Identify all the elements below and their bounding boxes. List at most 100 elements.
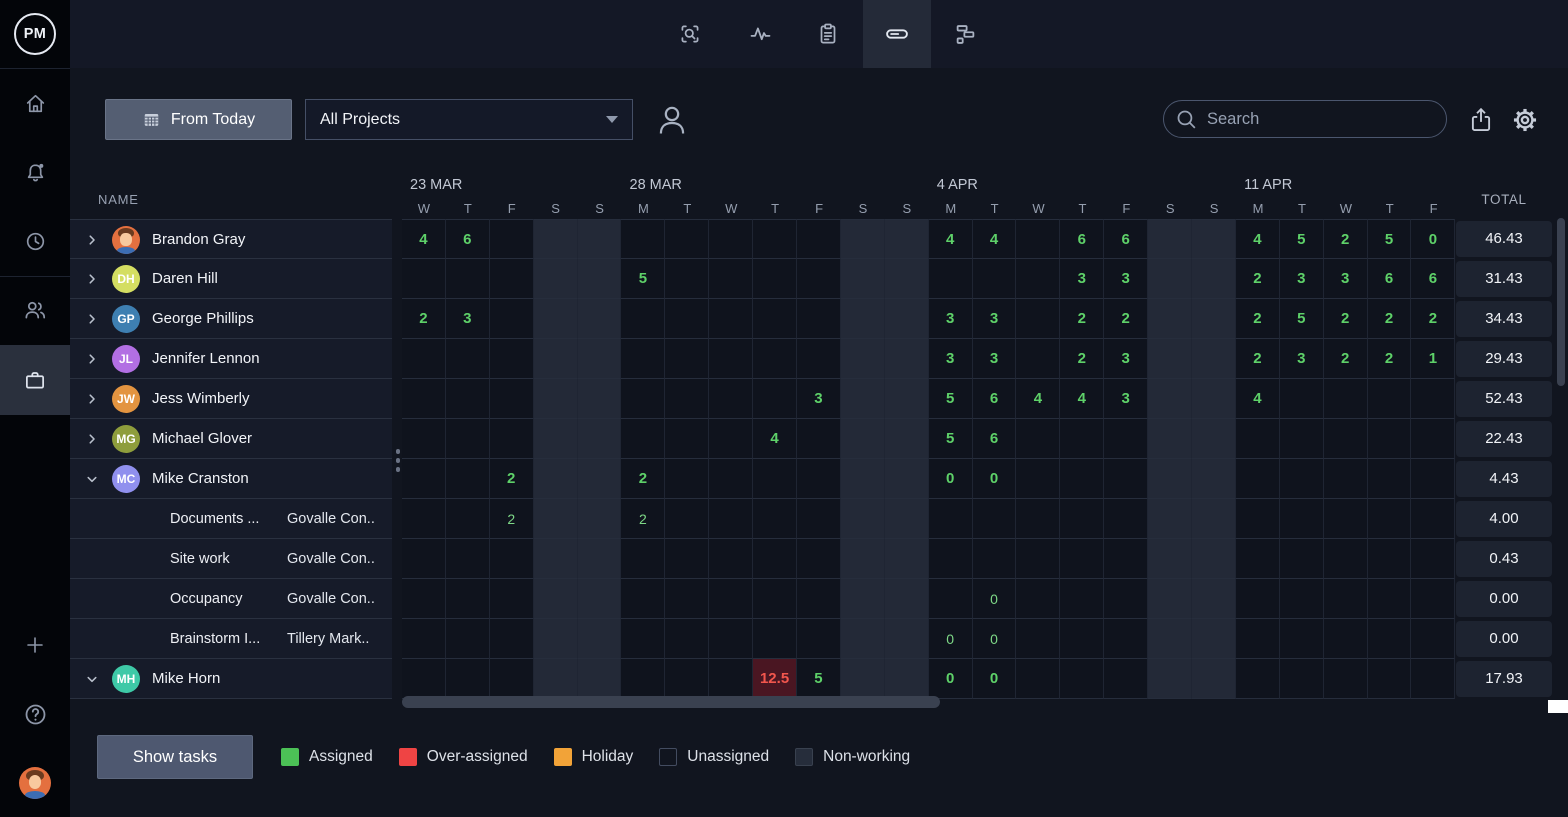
from-today-button[interactable]: From Today bbox=[105, 99, 292, 140]
allocation-cell[interactable] bbox=[885, 299, 929, 339]
task-name-cell[interactable]: Brainstorm I...Tillery Mark.. bbox=[70, 619, 392, 659]
allocation-cell[interactable] bbox=[1016, 419, 1060, 459]
allocation-cell[interactable] bbox=[1148, 619, 1192, 659]
allocation-cell[interactable] bbox=[753, 259, 797, 299]
allocation-cell[interactable]: 4 bbox=[1060, 379, 1104, 419]
allocation-cell[interactable] bbox=[402, 379, 446, 419]
allocation-cell[interactable] bbox=[1236, 579, 1280, 619]
allocation-cell[interactable] bbox=[709, 419, 753, 459]
allocation-cell[interactable] bbox=[621, 659, 665, 699]
allocation-cell[interactable] bbox=[973, 539, 1017, 579]
allocation-cell[interactable] bbox=[578, 539, 622, 579]
top-tab-activity[interactable] bbox=[726, 0, 794, 68]
allocation-cell[interactable]: 12.5 bbox=[753, 659, 797, 699]
task-name-cell[interactable]: Site workGovalle Con.. bbox=[70, 539, 392, 579]
allocation-cell[interactable]: 2 bbox=[1236, 339, 1280, 379]
export-button[interactable] bbox=[1465, 103, 1497, 137]
allocation-cell[interactable] bbox=[578, 659, 622, 699]
allocation-cell[interactable] bbox=[1148, 659, 1192, 699]
allocation-cell[interactable] bbox=[929, 539, 973, 579]
allocation-cell[interactable] bbox=[1236, 619, 1280, 659]
sidebar-item-create[interactable] bbox=[0, 628, 70, 662]
panel-resize-handle[interactable] bbox=[395, 449, 401, 472]
chevron-right-icon[interactable] bbox=[85, 432, 99, 446]
allocation-cell[interactable]: 4 bbox=[1236, 379, 1280, 419]
allocation-cell[interactable] bbox=[753, 459, 797, 499]
allocation-cell[interactable] bbox=[1192, 379, 1236, 419]
allocation-cell[interactable] bbox=[1280, 659, 1324, 699]
allocation-cell[interactable]: 4 bbox=[1016, 379, 1060, 419]
allocation-cell[interactable] bbox=[1236, 499, 1280, 539]
allocation-cell[interactable]: 2 bbox=[1411, 299, 1455, 339]
allocation-cell[interactable] bbox=[665, 459, 709, 499]
allocation-cell[interactable] bbox=[841, 299, 885, 339]
project-filter-select[interactable]: All Projects bbox=[305, 99, 633, 140]
allocation-cell[interactable] bbox=[1236, 419, 1280, 459]
allocation-cell[interactable] bbox=[841, 219, 885, 259]
allocation-cell[interactable] bbox=[709, 499, 753, 539]
allocation-cell[interactable] bbox=[621, 419, 665, 459]
allocation-cell[interactable] bbox=[1060, 539, 1104, 579]
pm-logo[interactable]: PM bbox=[14, 13, 56, 55]
allocation-cell[interactable] bbox=[446, 459, 490, 499]
allocation-cell[interactable] bbox=[578, 619, 622, 659]
allocation-cell[interactable] bbox=[929, 259, 973, 299]
allocation-cell[interactable] bbox=[973, 259, 1017, 299]
person-name-cell[interactable]: Brandon Gray bbox=[70, 219, 392, 259]
allocation-cell[interactable] bbox=[402, 539, 446, 579]
allocation-cell[interactable] bbox=[1280, 419, 1324, 459]
allocation-cell[interactable]: 3 bbox=[1280, 259, 1324, 299]
allocation-cell[interactable] bbox=[1324, 579, 1368, 619]
allocation-cell[interactable]: 2 bbox=[1368, 299, 1412, 339]
allocation-cell[interactable] bbox=[621, 379, 665, 419]
allocation-cell[interactable]: 3 bbox=[1060, 259, 1104, 299]
allocation-cell[interactable]: 6 bbox=[1104, 219, 1148, 259]
allocation-cell[interactable] bbox=[621, 579, 665, 619]
allocation-cell[interactable] bbox=[490, 339, 534, 379]
allocation-cell[interactable] bbox=[709, 299, 753, 339]
allocation-cell[interactable] bbox=[621, 539, 665, 579]
allocation-cell[interactable]: 4 bbox=[402, 219, 446, 259]
allocation-cell[interactable] bbox=[885, 419, 929, 459]
horizontal-scrollbar[interactable] bbox=[402, 696, 940, 708]
allocation-cell[interactable] bbox=[1060, 659, 1104, 699]
allocation-cell[interactable] bbox=[402, 259, 446, 299]
allocation-cell[interactable] bbox=[1148, 459, 1192, 499]
allocation-cell[interactable]: 6 bbox=[973, 419, 1017, 459]
allocation-cell[interactable] bbox=[1411, 499, 1455, 539]
allocation-cell[interactable] bbox=[709, 259, 753, 299]
allocation-cell[interactable]: 0 bbox=[973, 659, 1017, 699]
allocation-cell[interactable] bbox=[885, 379, 929, 419]
chevron-down-icon[interactable] bbox=[85, 472, 99, 486]
allocation-cell[interactable]: 5 bbox=[1280, 219, 1324, 259]
allocation-cell[interactable]: 6 bbox=[973, 379, 1017, 419]
people-filter-button[interactable] bbox=[650, 99, 694, 141]
allocation-cell[interactable] bbox=[1104, 499, 1148, 539]
sidebar-item-team[interactable] bbox=[0, 293, 70, 327]
allocation-cell[interactable]: 4 bbox=[973, 219, 1017, 259]
allocation-cell[interactable] bbox=[534, 459, 578, 499]
allocation-cell[interactable] bbox=[534, 339, 578, 379]
allocation-cell[interactable] bbox=[621, 619, 665, 659]
allocation-cell[interactable] bbox=[709, 219, 753, 259]
allocation-cell[interactable] bbox=[665, 499, 709, 539]
allocation-cell[interactable] bbox=[490, 659, 534, 699]
allocation-cell[interactable] bbox=[1368, 499, 1412, 539]
allocation-cell[interactable]: 3 bbox=[973, 339, 1017, 379]
allocation-cell[interactable] bbox=[753, 379, 797, 419]
allocation-cell[interactable] bbox=[1411, 419, 1455, 459]
allocation-cell[interactable] bbox=[1016, 339, 1060, 379]
allocation-cell[interactable] bbox=[621, 219, 665, 259]
allocation-cell[interactable] bbox=[534, 619, 578, 659]
allocation-cell[interactable] bbox=[841, 339, 885, 379]
allocation-cell[interactable] bbox=[1280, 579, 1324, 619]
allocation-cell[interactable] bbox=[1016, 619, 1060, 659]
allocation-cell[interactable] bbox=[490, 539, 534, 579]
allocation-cell[interactable] bbox=[709, 619, 753, 659]
allocation-cell[interactable] bbox=[753, 339, 797, 379]
allocation-cell[interactable] bbox=[1236, 459, 1280, 499]
sidebar-item-help[interactable] bbox=[0, 697, 70, 731]
allocation-cell[interactable] bbox=[490, 419, 534, 459]
allocation-cell[interactable]: 2 bbox=[621, 499, 665, 539]
allocation-cell[interactable] bbox=[534, 499, 578, 539]
